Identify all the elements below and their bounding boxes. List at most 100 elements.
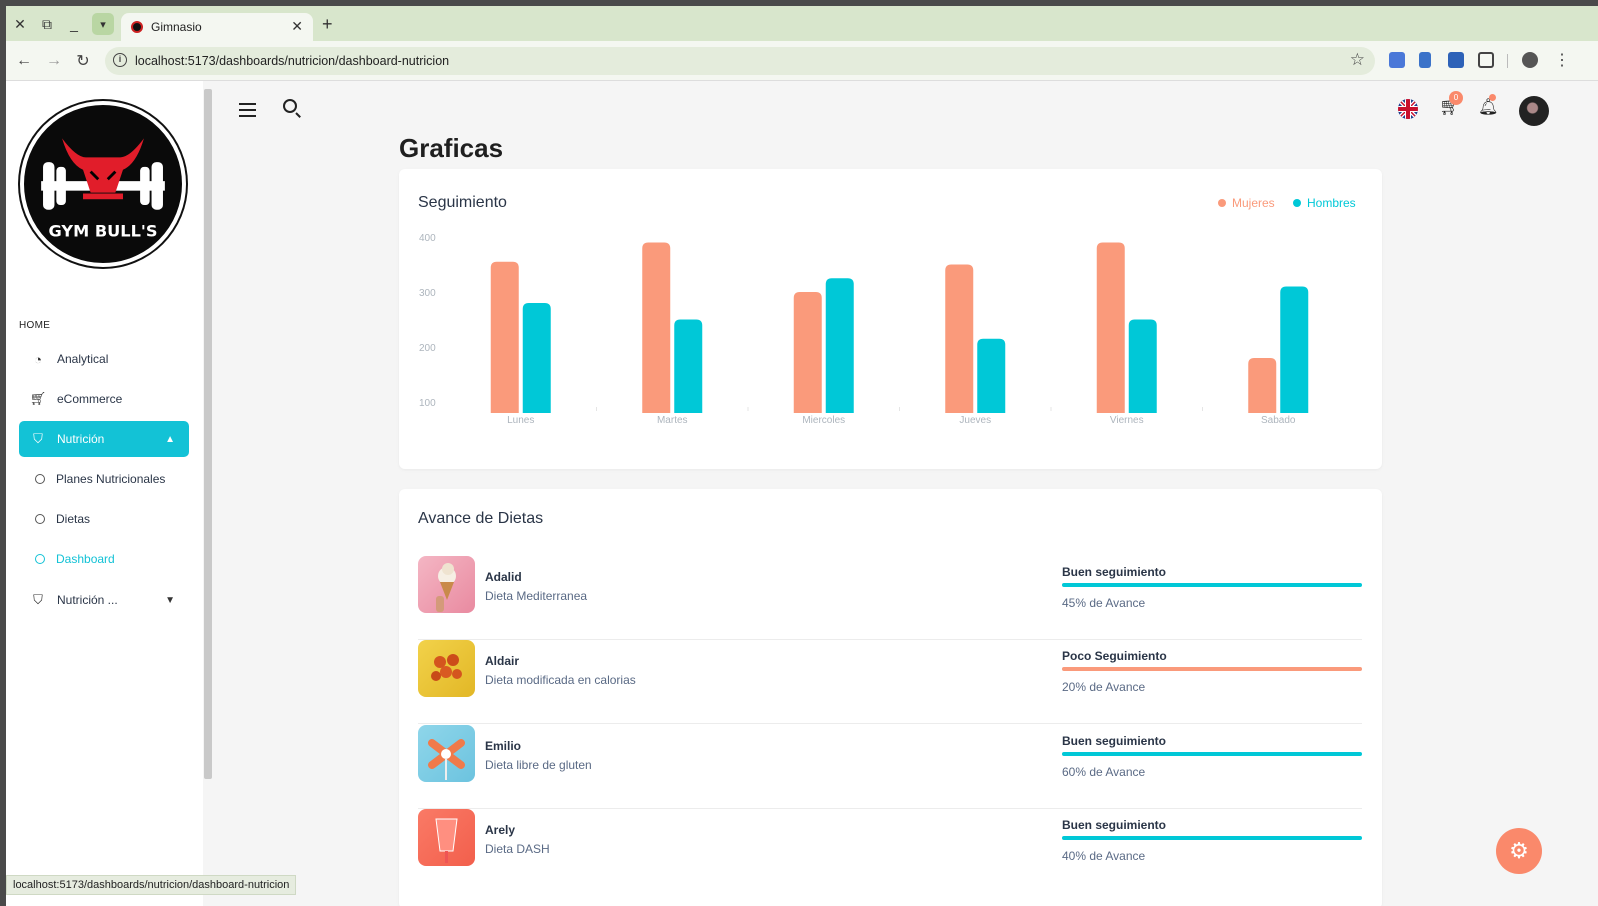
diet-type: Dieta DASH (485, 842, 550, 856)
calendar-extension-icon[interactable] (1448, 52, 1464, 68)
reader-extension-icon[interactable] (1419, 52, 1431, 68)
bar-hombres-jueves[interactable] (977, 338, 1006, 413)
forward-icon[interactable]: → (43, 50, 65, 72)
menu-toggle-icon[interactable] (239, 103, 256, 121)
notifications-bell-icon[interactable]: 🔔︎ (1478, 97, 1498, 117)
diet-row[interactable]: Adalid Dieta Mediterranea Buen seguimien… (418, 556, 1362, 640)
cup-thumbnail (418, 809, 475, 866)
site-info-icon[interactable]: i (113, 53, 127, 67)
language-flag-icon[interactable] (1398, 99, 1418, 119)
diet-person-name: Aldair (485, 654, 520, 668)
sidebar-scrollbar[interactable] (204, 89, 212, 779)
diet-person-name: Adalid (485, 570, 522, 584)
sidebar-subitem-dietas[interactable]: Dietas (19, 504, 189, 534)
minimize-window-icon[interactable]: _ (63, 13, 85, 35)
toolbar-divider (1507, 54, 1508, 68)
progress-fill (1062, 836, 1362, 840)
extensions-puzzle-icon[interactable] (1478, 52, 1494, 68)
notification-dot (1489, 94, 1496, 101)
progress-fill (1062, 752, 1362, 756)
bar-mujeres-martes[interactable] (642, 242, 671, 414)
progress-bar (1062, 836, 1362, 840)
browser-tab[interactable]: Gimnasio ✕ (121, 13, 313, 41)
bar-chart: 100 200 300 400 Lunes Martes Miercoles Jueves Vi… (419, 233, 1309, 426)
x-tick-label: Sabado (1261, 415, 1296, 426)
bar-mujeres-miercoles[interactable] (793, 292, 822, 413)
progress-text: 20% de Avance (1062, 680, 1146, 694)
diet-type: Dieta Mediterranea (485, 589, 588, 603)
reload-icon[interactable]: ↻ (72, 50, 94, 72)
browser-menu-icon[interactable]: ⋮ (1554, 50, 1570, 70)
sidebar-item-label: eCommerce (57, 392, 123, 406)
x-tick-label: Viernes (1110, 415, 1144, 426)
sidebar-item-analytical[interactable]: ◔ Analytical (19, 341, 189, 377)
y-tick-label: 100 (419, 398, 436, 409)
sidebar-item-label: Nutrición ... (57, 593, 118, 607)
circle-bullet-icon (35, 474, 45, 484)
progress-bar (1062, 583, 1362, 587)
sidebar-item-nutricion-2[interactable]: ⛉ Nutrición ... ▼ (19, 582, 189, 618)
y-tick-label: 200 (419, 343, 436, 354)
close-tab-icon[interactable]: ✕ (291, 18, 303, 35)
user-avatar[interactable] (1519, 96, 1549, 126)
tab-bar: ✕ ⧉ _ ▾ Gimnasio ✕ + (6, 6, 1598, 41)
candy-thumbnail (418, 725, 475, 782)
bar-mujeres-viernes[interactable] (1096, 242, 1125, 414)
x-tick-label: Martes (657, 415, 688, 426)
avance-dietas-card: Avance de Dietas Adalid Dieta Mediterran… (399, 489, 1382, 906)
diets-card-title: Avance de Dietas (418, 510, 544, 527)
bar-mujeres-lunes[interactable] (490, 261, 519, 413)
seguimiento-card: Seguimiento Mujeres Hombres 100 200 300 400… (399, 169, 1382, 469)
progress-fill (1062, 667, 1362, 671)
translate-extension-icon[interactable] (1389, 52, 1405, 68)
bookmark-star-icon[interactable]: ☆ (1350, 50, 1365, 70)
progress-fill (1062, 583, 1362, 587)
bar-hombres-martes[interactable] (674, 319, 703, 414)
bar-mujeres-sabado[interactable] (1248, 358, 1277, 413)
progress-status: Buen seguimiento (1062, 565, 1167, 579)
status-bar-url: localhost:5173/dashboards/nutricion/dash… (6, 875, 297, 895)
sidebar-item-ecommerce[interactable]: 🛒︎ eCommerce (19, 381, 189, 417)
bar-mujeres-jueves[interactable] (945, 264, 974, 414)
search-icon[interactable] (283, 99, 297, 113)
address-bar-row: ← → ↻ i localhost:5173/dashboards/nutric… (6, 41, 1598, 81)
sidebar-item-label: Analytical (57, 352, 109, 366)
diet-row[interactable]: Aldair Dieta modificada en calorias Poco… (418, 640, 1362, 724)
sidebar-item-label: Nutrición (57, 432, 105, 446)
cart-count-badge: 0 (1449, 91, 1463, 105)
url-field[interactable]: i localhost:5173/dashboards/nutricion/da… (105, 47, 1375, 75)
x-tick-label: Miercoles (802, 415, 845, 426)
gym-logo: GYM BULL'S (20, 101, 186, 267)
app-page: GYM BULL'S HOME ◔ Analytical 🛒︎ eCommerc… (6, 81, 1598, 906)
x-tick-label: Lunes (507, 415, 534, 426)
profile-avatar-icon[interactable] (1522, 52, 1538, 68)
url-text: localhost:5173/dashboards/nutricion/dash… (135, 54, 450, 68)
page-title: Graficas (399, 133, 504, 163)
bull-barbell-logo-icon: GYM BULL'S (41, 138, 165, 240)
bar-hombres-miercoles[interactable] (825, 278, 854, 413)
y-tick-label: 300 (419, 288, 436, 299)
settings-gear-button[interactable]: ⚙ (1496, 828, 1542, 874)
progress-text: 45% de Avance (1062, 596, 1146, 610)
bar-hombres-lunes[interactable] (522, 303, 551, 413)
tab-favicon-icon (131, 21, 143, 33)
back-icon[interactable]: ← (13, 50, 35, 72)
basket-icon: ⛉ (33, 592, 43, 607)
sidebar: GYM BULL'S HOME ◔ Analytical 🛒︎ eCommerc… (6, 81, 203, 906)
diet-type: Dieta libre de gluten (485, 758, 592, 772)
sidebar-item-nutricion[interactable]: ⛉ Nutrición ▲ (19, 421, 189, 457)
circle-bullet-icon (35, 514, 45, 524)
sidebar-section-home: HOME (19, 320, 51, 331)
pie-chart-icon: ◔ (34, 351, 42, 367)
diet-row[interactable]: Emilio Dieta libre de gluten Buen seguim… (418, 725, 1362, 809)
diet-row[interactable]: Arely Dieta DASH Buen seguimiento 40% de… (418, 809, 1362, 893)
diet-person-name: Arely (485, 823, 516, 837)
bar-hombres-sabado[interactable] (1280, 286, 1309, 414)
new-tab-icon[interactable]: + (322, 14, 333, 35)
restore-window-icon[interactable]: ⧉ (36, 13, 58, 35)
sidebar-subitem-dashboard[interactable]: Dashboard (19, 544, 189, 574)
close-window-icon[interactable]: ✕ (9, 13, 31, 35)
tab-search-chevron-icon[interactable]: ▾ (92, 13, 114, 35)
sidebar-subitem-planes[interactable]: Planes Nutricionales (19, 464, 189, 494)
bar-hombres-viernes[interactable] (1128, 319, 1157, 414)
